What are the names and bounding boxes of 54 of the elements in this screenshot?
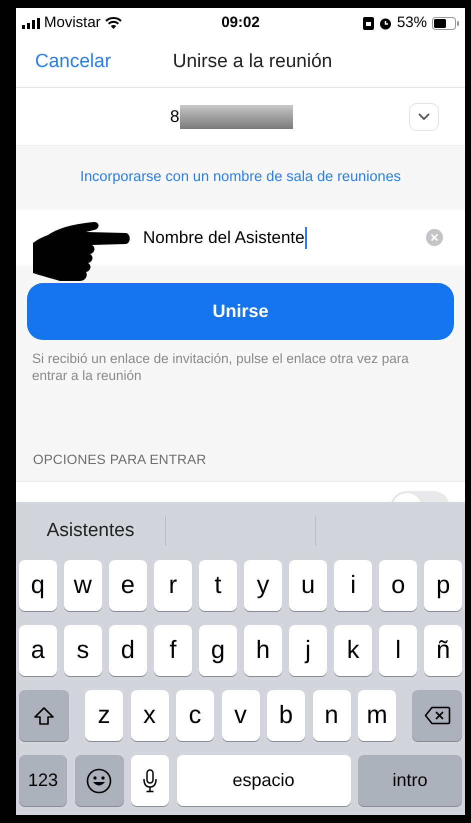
key[interactable]: k <box>334 625 372 676</box>
dropdown-button[interactable] <box>409 102 439 130</box>
key[interactable]: j <box>289 625 327 676</box>
key[interactable]: m <box>358 690 396 741</box>
chevron-down-icon <box>418 112 430 120</box>
emoji-key[interactable] <box>74 755 124 806</box>
key[interactable]: h <box>244 625 282 676</box>
battery-icon <box>432 16 459 30</box>
key[interactable]: i <box>334 560 372 611</box>
smiley-icon <box>86 768 112 794</box>
key[interactable]: z <box>85 690 123 741</box>
key[interactable]: g <box>199 625 237 676</box>
key[interactable]: q <box>19 560 57 611</box>
key[interactable]: w <box>64 560 102 611</box>
section-header: OPCIONES PARA ENTRAR <box>33 452 206 467</box>
word-suggestion[interactable]: Asistentes <box>46 516 134 546</box>
key[interactable]: p <box>424 560 462 611</box>
key[interactable]: y <box>244 560 282 611</box>
shift-icon <box>33 706 55 726</box>
key[interactable]: t <box>199 560 237 611</box>
clock-time: 09:02 <box>221 12 260 33</box>
key[interactable]: a <box>19 625 57 676</box>
key[interactable]: b <box>267 690 305 741</box>
delete-key[interactable] <box>412 690 462 741</box>
key[interactable]: o <box>379 560 417 611</box>
join-button[interactable]: Unirse <box>27 283 454 340</box>
numbers-key[interactable]: 123 <box>19 755 67 806</box>
key[interactable]: c <box>176 690 214 741</box>
key[interactable]: x <box>130 690 168 741</box>
shift-key[interactable] <box>19 690 69 741</box>
name-input-field[interactable]: Nombre del Asistente <box>16 210 465 265</box>
key[interactable]: n <box>312 690 350 741</box>
key[interactable]: l <box>379 625 417 676</box>
signal-icon <box>22 18 40 28</box>
key[interactable]: d <box>109 625 147 676</box>
invitation-hint: Si recibió un enlace de invitación, pulse el enlace otra vez para entrar a la reunión <box>31 350 410 384</box>
backspace-icon <box>424 706 450 725</box>
carrier-name: Movistar <box>44 12 101 33</box>
key[interactable]: r <box>154 560 192 611</box>
key[interactable]: e <box>109 560 147 611</box>
key[interactable]: u <box>289 560 327 611</box>
screen-title: Unirse a la reunión <box>172 50 332 74</box>
cancel-link[interactable]: Cancelar <box>35 48 112 77</box>
return-key[interactable]: intro <box>358 755 462 806</box>
key[interactable]: s <box>64 625 102 676</box>
wifi-icon <box>104 17 122 29</box>
key[interactable]: v <box>222 690 260 741</box>
room-name-link[interactable]: Incorporarse con un nombre de sala de reuniones <box>80 167 401 189</box>
microphone-icon <box>142 768 158 792</box>
dictation-key[interactable] <box>131 755 169 806</box>
space-key[interactable]: espacio <box>176 755 350 806</box>
key[interactable]: f <box>154 625 192 676</box>
key[interactable]: ñ <box>424 625 462 676</box>
battery-percent: 53% <box>396 12 427 33</box>
